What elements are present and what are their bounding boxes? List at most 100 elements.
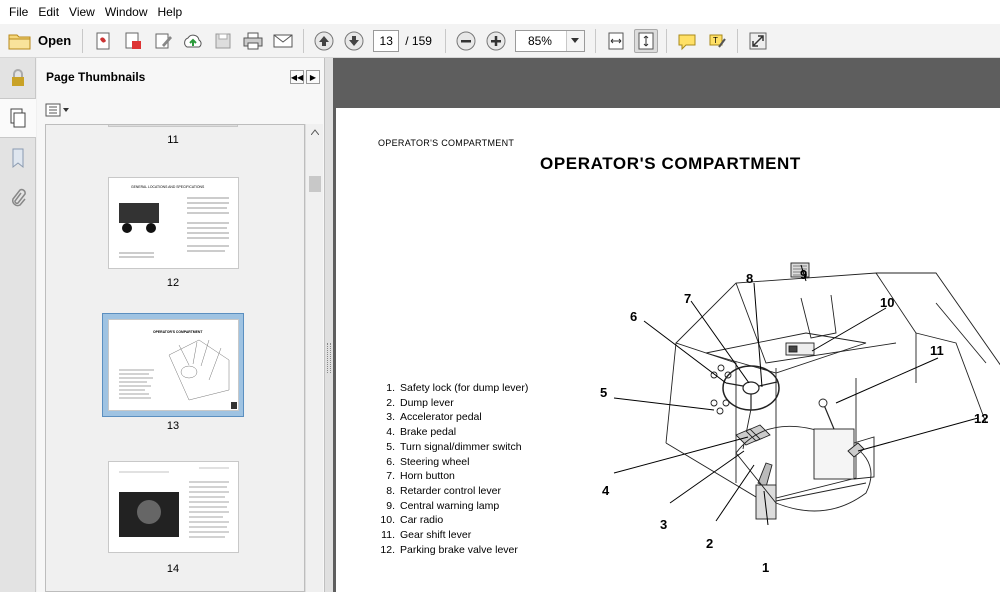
save-button[interactable]	[211, 29, 235, 53]
legend-text: Gear shift lever	[400, 529, 472, 542]
legend-number: 2.	[386, 396, 395, 409]
legend-item: 8. Retarder control lever	[376, 484, 528, 499]
scroll-thumb[interactable]	[309, 176, 321, 192]
legend-text: Brake pedal	[400, 426, 457, 439]
edit-pdf-icon	[155, 33, 173, 48]
paperclip-icon[interactable]	[0, 178, 36, 218]
create-pdf-button[interactable]	[91, 29, 115, 53]
thumbnail-content: OPERATOR'S COMPARTMENT	[119, 330, 237, 409]
panel-header: Page Thumbnails ◀◀ ▶	[37, 58, 324, 96]
page-number-input[interactable]: 13	[373, 29, 400, 52]
folder-icon	[8, 34, 31, 49]
export-pdf-icon	[125, 32, 142, 49]
create-pdf-icon	[96, 32, 110, 49]
zoom-select[interactable]: 85%	[514, 29, 585, 52]
toolbar-separator	[665, 28, 667, 53]
legend-text: Central warning lamp	[400, 499, 500, 512]
export-pdf-button[interactable]	[121, 29, 145, 53]
legend-text: Accelerator pedal	[400, 411, 482, 424]
highlight-icon: T	[709, 34, 726, 48]
legend-number: 11.	[381, 529, 395, 542]
legend-number: 7.	[386, 470, 395, 483]
thumbnail-heading: GENERAL LOCATIONS AND SPECIFICATIONS	[131, 185, 205, 189]
legend-text: Parking brake valve lever	[400, 543, 518, 556]
panel-splitter[interactable]	[325, 58, 333, 592]
thumbnails-panel: Page Thumbnails ◀◀ ▶ 11 GENERAL LOCATION…	[37, 58, 325, 592]
legend-number: 8.	[386, 484, 395, 497]
email-button[interactable]	[271, 29, 295, 53]
bookmark-icon[interactable]	[0, 138, 36, 178]
expand-icon	[749, 32, 767, 49]
edit-pdf-button[interactable]	[151, 29, 175, 53]
legend-text: Steering wheel	[400, 455, 470, 468]
menu-help[interactable]: Help	[153, 0, 188, 24]
zoom-in-button[interactable]	[484, 29, 508, 53]
envelope-icon	[273, 34, 293, 47]
legend-number: 6.	[386, 455, 395, 468]
callout-7: 7	[684, 291, 691, 306]
thumbnail-page-12[interactable]: GENERAL LOCATIONS AND SPECIFICATIONS	[108, 177, 239, 269]
menu-file[interactable]: File	[4, 0, 33, 24]
toolbar-separator	[303, 28, 305, 53]
thumbnail-page-13[interactable]: OPERATOR'S COMPARTMENT	[108, 319, 239, 411]
fit-page-button[interactable]	[633, 28, 658, 53]
print-button[interactable]	[241, 29, 265, 53]
panel-menu-button[interactable]: ▶	[306, 70, 320, 84]
toolbar-separator	[444, 28, 446, 53]
minus-circle-icon	[456, 31, 476, 50]
cloud-upload-button[interactable]	[181, 29, 205, 53]
thumbnail-page-11[interactable]	[108, 125, 238, 127]
thumbnail-label: 11	[167, 134, 179, 146]
lock-icon[interactable]	[0, 58, 36, 98]
previous-page-button[interactable]	[312, 29, 336, 53]
highlight-button[interactable]: T	[705, 29, 729, 53]
comment-button[interactable]	[675, 29, 699, 53]
thumbnail-scrollbar[interactable]	[305, 124, 323, 592]
legend-item: 6. Steering wheel	[376, 455, 528, 470]
open-button[interactable]: Open	[6, 28, 77, 54]
thumbnail-content: GENERAL LOCATIONS AND SPECIFICATIONS	[119, 185, 229, 258]
page-running-header: OPERATOR'S COMPARTMENT	[378, 138, 515, 148]
legend-text: Retarder control lever	[400, 484, 501, 497]
legend-text: Car radio	[400, 514, 444, 527]
callout-4: 4	[602, 483, 610, 498]
legend-text: Safety lock (for dump lever)	[400, 382, 529, 394]
collapse-panel-button[interactable]: ◀◀	[290, 70, 304, 84]
open-label: Open	[38, 33, 72, 48]
page-thumbnails-icon[interactable]	[0, 98, 36, 138]
toolbar: Open 13 / 159 85% T	[0, 24, 1000, 58]
legend-text: Turn signal/dimmer switch	[400, 440, 522, 453]
legend-number: 9.	[386, 499, 395, 512]
thumbnail-list: 11 GENERAL LOCATIONS AND SPECIFICATIONS …	[45, 124, 305, 592]
plus-circle-icon	[486, 31, 506, 50]
callout-10: 10	[880, 295, 894, 310]
callout-6: 6	[630, 309, 637, 324]
thumbnail-page-14[interactable]	[108, 461, 239, 553]
legend-item: 2. Dump lever	[376, 396, 528, 411]
menu-view[interactable]: View	[64, 0, 100, 24]
thumbnail-label: 13	[166, 420, 180, 432]
arrow-up-circle-icon	[314, 31, 334, 50]
menu-bar: File Edit View Window Help	[0, 0, 1000, 24]
callout-9: 9	[800, 267, 807, 282]
document-page: OPERATOR'S COMPARTMENT OPERATOR'S COMPAR…	[336, 108, 1000, 592]
thumbnail-options-button[interactable]	[37, 96, 324, 124]
zoom-out-button[interactable]	[454, 29, 478, 53]
toolbar-separator	[82, 28, 84, 53]
callout-2: 2	[706, 536, 713, 551]
chevron-down-icon[interactable]	[565, 30, 584, 51]
callout-12: 12	[974, 411, 988, 426]
document-viewer: OPERATOR'S COMPARTMENT OPERATOR'S COMPAR…	[333, 58, 1000, 592]
next-page-button[interactable]	[342, 29, 366, 53]
menu-window[interactable]: Window	[100, 0, 153, 24]
chevron-right-icon: ▶	[309, 72, 317, 82]
fit-width-button[interactable]	[604, 29, 628, 53]
legend-item: 9. Central warning lamp	[376, 499, 528, 514]
zoom-value: 85%	[527, 33, 552, 48]
menu-edit[interactable]: Edit	[33, 0, 64, 24]
svg-text:T: T	[713, 36, 718, 45]
scroll-up-arrow-icon[interactable]	[306, 124, 323, 140]
page-title: OPERATOR'S COMPARTMENT	[540, 154, 801, 173]
fullscreen-button[interactable]	[746, 29, 770, 53]
legend-number: 5.	[386, 440, 395, 453]
